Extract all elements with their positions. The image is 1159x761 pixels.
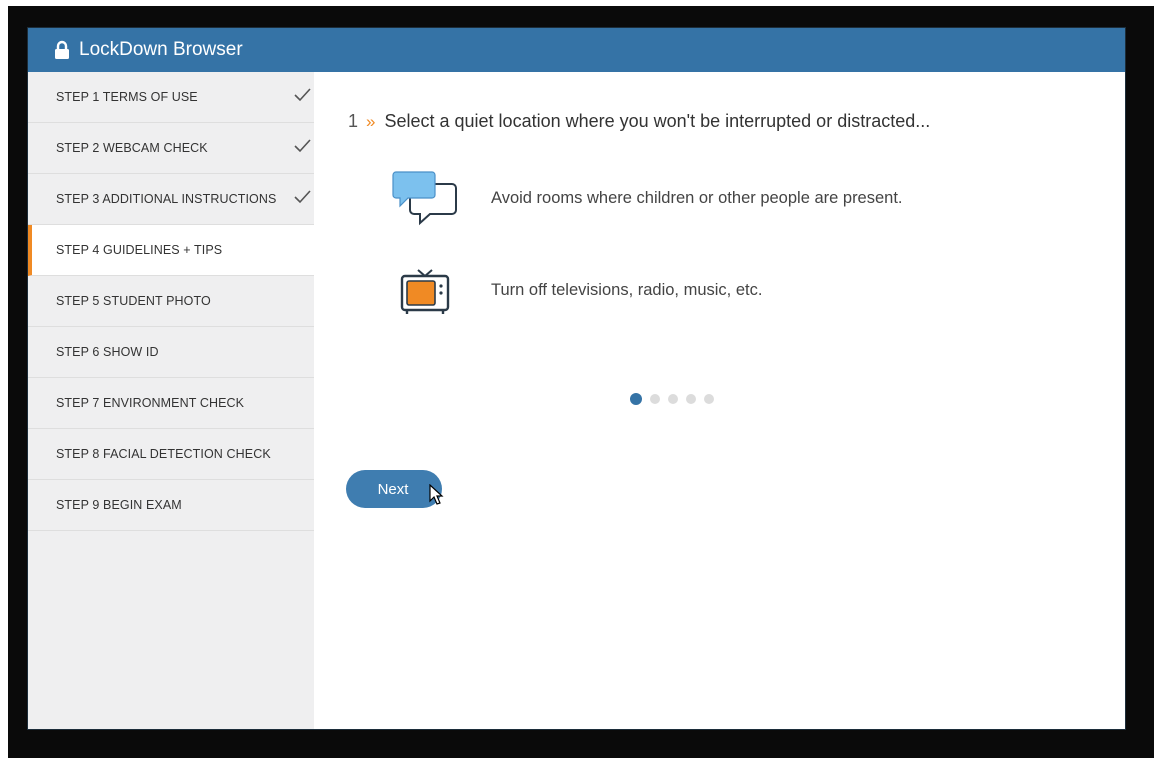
window-title: LockDown Browser (79, 39, 243, 60)
step-label: STEP 3 ADDITIONAL INSTRUCTIONS (56, 192, 277, 206)
step-label: STEP 6 SHOW ID (56, 345, 159, 359)
sidebar-step-additional-instructions[interactable]: STEP 3 ADDITIONAL INSTRUCTIONS (28, 174, 314, 225)
step-label: STEP 5 STUDENT PHOTO (56, 294, 211, 308)
lock-icon (55, 40, 69, 59)
step-label: STEP 2 WEBCAM CHECK (56, 141, 208, 155)
sidebar-step-guidelines-tips[interactable]: STEP 4 GUIDELINES + TIPS (28, 225, 314, 276)
tip-text: Turn off televisions, radio, music, etc. (491, 280, 763, 299)
pagination-dots (630, 393, 722, 405)
title-bar: LockDown Browser (28, 28, 1125, 72)
pagination-dot[interactable] (668, 394, 678, 404)
lockdown-browser-window: LockDown Browser STEP 1 TERMS OF USE STE… (27, 27, 1126, 730)
main-content: 1 » Select a quiet location where you wo… (314, 72, 1115, 729)
guideline-number: 1 (348, 111, 359, 131)
sidebar-step-facial-detection-check[interactable]: STEP 8 FACIAL DETECTION CHECK (28, 429, 314, 480)
step-label: STEP 7 ENVIRONMENT CHECK (56, 396, 245, 410)
sidebar-step-show-id[interactable]: STEP 6 SHOW ID (28, 327, 314, 378)
chevron-right-icon: » (366, 111, 376, 131)
step-label: STEP 9 BEGIN EXAM (56, 498, 182, 512)
steps-sidebar: STEP 1 TERMS OF USE STEP 2 WEBCAM CHECK … (28, 72, 314, 729)
checkmark-icon (294, 190, 311, 204)
tip-text: Avoid rooms where children or other peop… (491, 188, 903, 207)
pagination-dot[interactable] (686, 394, 696, 404)
sidebar-step-environment-check[interactable]: STEP 7 ENVIRONMENT CHECK (28, 378, 314, 429)
next-button[interactable]: Next (346, 470, 442, 508)
pagination-dot[interactable] (704, 394, 714, 404)
next-button-label: Next (377, 480, 409, 498)
tip-item: Avoid rooms where children or other peop… (392, 170, 903, 226)
checkmark-icon (294, 88, 311, 102)
step-label: STEP 1 TERMS OF USE (56, 90, 198, 104)
sidebar-step-terms-of-use[interactable]: STEP 1 TERMS OF USE (28, 72, 314, 123)
pagination-dot[interactable] (650, 394, 660, 404)
chat-bubbles-icon (392, 171, 457, 226)
sidebar-step-student-photo[interactable]: STEP 5 STUDENT PHOTO (28, 276, 314, 327)
television-icon (400, 269, 450, 314)
checkmark-icon (294, 139, 311, 153)
mouse-pointer-icon (429, 484, 444, 505)
sidebar-step-begin-exam[interactable]: STEP 9 BEGIN EXAM (28, 480, 314, 531)
sidebar-step-webcam-check[interactable]: STEP 2 WEBCAM CHECK (28, 123, 314, 174)
tip-item: Turn off televisions, radio, music, etc. (392, 262, 762, 318)
step-label: STEP 8 FACIAL DETECTION CHECK (56, 447, 271, 461)
pagination-dot-current[interactable] (630, 393, 642, 405)
guideline-heading: 1 » Select a quiet location where you wo… (348, 111, 930, 132)
guideline-title: Select a quiet location where you won't … (384, 111, 931, 131)
step-label: STEP 4 GUIDELINES + TIPS (56, 243, 223, 257)
